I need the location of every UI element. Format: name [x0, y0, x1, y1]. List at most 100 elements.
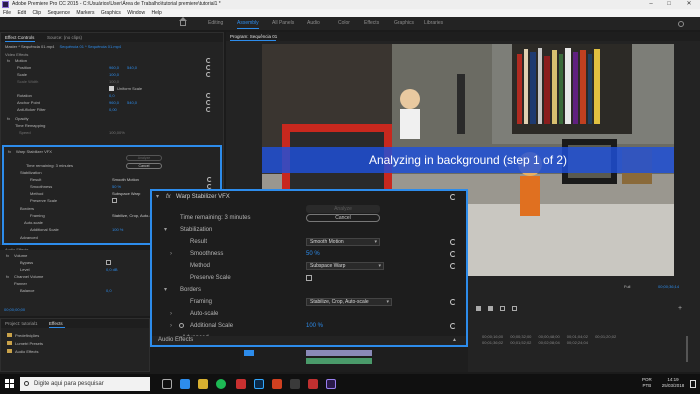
- stopwatch-icon[interactable]: [179, 323, 184, 328]
- popup-result-dropdown[interactable]: Smooth Motion ▾: [306, 238, 380, 246]
- analyze-button[interactable]: Analyze: [306, 205, 380, 213]
- taskbar-clock[interactable]: 14:19 25/03/2018: [660, 377, 686, 389]
- balance-value[interactable]: 0,0: [106, 287, 112, 294]
- effect-controls-timecode[interactable]: 00;00;00;00: [4, 307, 25, 312]
- edge-browser-icon[interactable]: [180, 379, 190, 389]
- popup-framing-dropdown[interactable]: Stabilize, Crop, Auto-scale ▾: [306, 298, 392, 306]
- tab-project[interactable]: Project: tutorial1: [5, 319, 38, 328]
- clip-master-label[interactable]: Master * Sequência 01.mp4: [5, 44, 54, 49]
- workspace-tab-color[interactable]: Color: [338, 17, 350, 30]
- taskbar-search-input[interactable]: Digite aqui para pesquisar: [20, 377, 150, 391]
- keyboard-language[interactable]: POR PTB: [642, 377, 652, 389]
- reset-icon[interactable]: [206, 58, 211, 63]
- reset-icon[interactable]: [450, 194, 456, 200]
- reset-icon[interactable]: [206, 65, 211, 70]
- anchor-x-value[interactable]: 960,0: [109, 99, 119, 106]
- expand-chevron-icon[interactable]: ›: [170, 321, 172, 331]
- track-target-icon[interactable]: [244, 350, 254, 356]
- task-view-icon[interactable]: [162, 379, 172, 389]
- reset-icon[interactable]: [450, 251, 456, 257]
- folder-item-audio-effects[interactable]: Audio Effects: [7, 349, 39, 354]
- bypass-checkbox[interactable]: [106, 260, 111, 265]
- popup-borders-row[interactable]: ▾ Borders: [152, 285, 466, 295]
- step-icon[interactable]: [488, 306, 493, 311]
- panner-row[interactable]: Panner: [0, 280, 150, 287]
- close-window-button[interactable]: ✕: [682, 0, 696, 9]
- menu-window[interactable]: Window: [127, 10, 145, 16]
- premiere-taskbar-icon[interactable]: [326, 379, 336, 389]
- camera-icon[interactable]: [512, 306, 517, 311]
- result-dropdown[interactable]: Smooth Motion: [112, 176, 139, 183]
- audio-clip[interactable]: [306, 358, 372, 364]
- folder-item-presets[interactable]: Predefinições: [7, 333, 39, 338]
- preserve-scale-checkbox[interactable]: [112, 198, 117, 203]
- menu-markers[interactable]: Markers: [76, 10, 94, 16]
- folder-item-lumetri[interactable]: Lumetri Presets: [7, 341, 43, 346]
- stabilization-row[interactable]: Stabilization: [4, 169, 220, 176]
- popup-header-row[interactable]: ▾ fx Warp Stabilizer VFX: [152, 192, 466, 202]
- level-value[interactable]: 0,0 dB: [106, 266, 118, 273]
- popup-additional-value[interactable]: 100 %: [306, 321, 323, 331]
- popup-autoscale-row[interactable]: › Auto-scale: [152, 309, 466, 319]
- workspace-tab-libraries[interactable]: Libraries: [424, 17, 443, 30]
- reset-icon[interactable]: [450, 263, 456, 269]
- timeline-scrollbar[interactable]: [686, 336, 688, 362]
- method-dropdown[interactable]: Subspace Warp: [112, 190, 140, 197]
- file-explorer-icon[interactable]: [198, 379, 208, 389]
- workspace-tab-all-panels[interactable]: All Panels: [272, 17, 294, 30]
- collapse-chevron-icon[interactable]: ▾: [164, 225, 167, 235]
- reset-icon[interactable]: [206, 93, 211, 98]
- analyze-button[interactable]: Analyze: [126, 155, 162, 161]
- volume-row[interactable]: fx Volume: [0, 252, 150, 259]
- home-icon[interactable]: [179, 17, 187, 26]
- uniform-scale-checkbox[interactable]: [109, 86, 114, 91]
- menu-help[interactable]: Help: [151, 10, 161, 16]
- collapse-chevron-icon[interactable]: ▾: [164, 285, 167, 295]
- rotation-value[interactable]: 0,0: [109, 92, 115, 99]
- position-y-value[interactable]: 540,0: [127, 64, 137, 71]
- media-app-icon[interactable]: [236, 379, 246, 389]
- expand-chevron-icon[interactable]: ›: [170, 249, 172, 259]
- time-remap-row[interactable]: Time Remapping: [1, 122, 223, 129]
- maximize-button[interactable]: □: [662, 0, 676, 9]
- popup-stabilization-row[interactable]: ▾ Stabilization: [152, 225, 466, 235]
- program-timecode[interactable]: 00;00;36;14: [658, 284, 679, 289]
- anchor-y-value[interactable]: 540,0: [127, 99, 137, 106]
- clip-header[interactable]: Master * Sequência 01.mp4 Sequência 01 *…: [5, 44, 121, 49]
- popup-smoothness-value[interactable]: 50 %: [306, 249, 320, 259]
- menu-graphics[interactable]: Graphics: [101, 10, 121, 16]
- fit-dropdown[interactable]: Full: [624, 284, 630, 289]
- workspace-tab-graphics[interactable]: Graphics: [394, 17, 414, 30]
- workspace-tab-audio[interactable]: Audio: [307, 17, 320, 30]
- notifications-icon[interactable]: [690, 380, 696, 388]
- menu-clip[interactable]: Clip: [32, 10, 41, 16]
- popup-method-dropdown[interactable]: Subspace Warp ▾: [306, 262, 384, 270]
- position-x-value[interactable]: 960,0: [109, 64, 119, 71]
- reset-icon[interactable]: [207, 177, 212, 182]
- menu-sequence[interactable]: Sequence: [47, 10, 70, 16]
- reset-icon[interactable]: [206, 107, 211, 112]
- workspace-tab-editing[interactable]: Editing: [208, 17, 223, 30]
- reset-icon[interactable]: [450, 299, 456, 305]
- scale-value[interactable]: 100,0: [109, 71, 119, 78]
- minimize-button[interactable]: –: [644, 0, 658, 9]
- motion-row[interactable]: fx Motion: [1, 57, 223, 64]
- additional-scale-value[interactable]: 100 %: [112, 226, 123, 233]
- clip-active-label[interactable]: Sequência 01 * Sequência 01.mp4: [60, 44, 122, 49]
- popup-preserve-checkbox[interactable]: [306, 275, 312, 281]
- workspace-tab-effects[interactable]: Effects: [364, 17, 379, 30]
- windows-start-icon[interactable]: [5, 379, 15, 389]
- app-icon[interactable]: [290, 379, 300, 389]
- smoothness-value[interactable]: 50 %: [112, 183, 121, 190]
- reset-icon[interactable]: [206, 72, 211, 77]
- export-frame-icon[interactable]: [500, 306, 505, 311]
- collapse-chevron-icon[interactable]: ▾: [156, 192, 159, 202]
- play-icon[interactable]: [476, 306, 481, 311]
- spotify-icon[interactable]: [216, 379, 226, 389]
- add-icon[interactable]: +: [678, 305, 682, 312]
- popup-cancel-button[interactable]: Cancel: [306, 214, 380, 222]
- opacity-row[interactable]: fx Opacity: [1, 115, 223, 122]
- reset-icon[interactable]: [450, 239, 456, 245]
- warp-header-row[interactable]: fx Warp Stabilizer VFX: [4, 148, 220, 155]
- menu-edit[interactable]: Edit: [17, 10, 26, 16]
